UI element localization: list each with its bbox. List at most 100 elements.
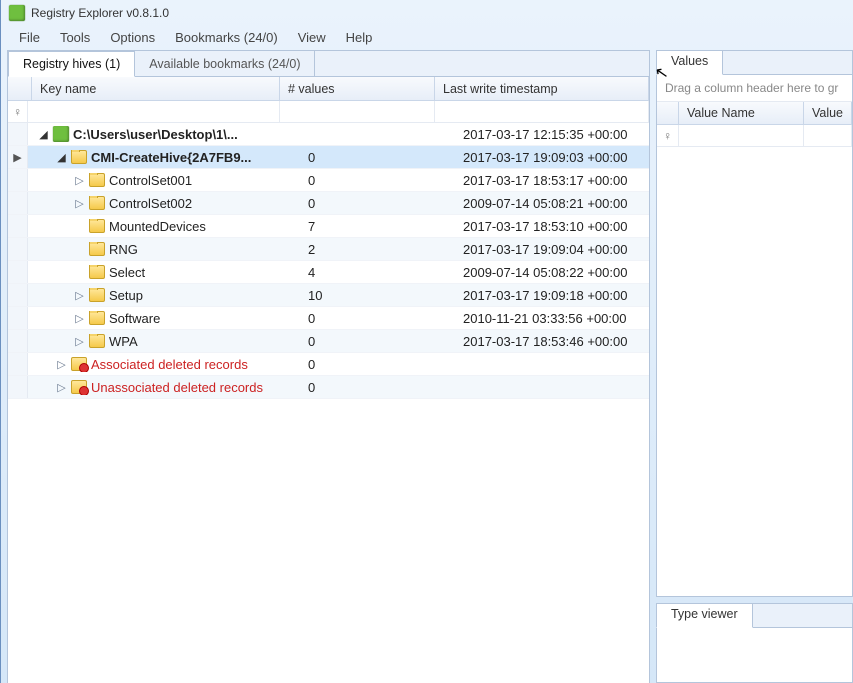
tree-body[interactable]: ◢ C:\Users\user\Desktop\1\... 2017-03-17 1… xyxy=(8,123,649,683)
cell-key-name[interactable]: RNG xyxy=(28,242,300,257)
tab-type-viewer[interactable]: Type viewer xyxy=(656,603,753,628)
tree-toggle-icon[interactable]: ▷ xyxy=(74,174,85,187)
row-gutter xyxy=(8,169,28,191)
tree-row[interactable]: ▷ControlSet00202009-07-14 05:08:21 +00:0… xyxy=(8,192,649,215)
folder-deleted-icon xyxy=(71,380,87,394)
filter-key[interactable] xyxy=(28,101,280,122)
filter-values[interactable] xyxy=(280,101,435,122)
values-panel: Values Drag a column header here to gr V… xyxy=(656,50,853,597)
col-key-name[interactable]: Key name xyxy=(32,77,280,100)
cell-key-name[interactable]: ▷ControlSet001 xyxy=(28,173,300,188)
cell-key-name[interactable]: Select xyxy=(28,265,300,280)
menu-bookmarks[interactable]: Bookmarks (24/0) xyxy=(165,28,288,47)
filter-icon[interactable]: ♀ xyxy=(8,101,28,122)
cell-key-name[interactable]: ◢ C:\Users\user\Desktop\1\... xyxy=(28,126,300,142)
left-tabs: Registry hives (1) Available bookmarks (… xyxy=(8,51,649,77)
tree-row[interactable]: MountedDevices72017-03-17 18:53:10 +00:0… xyxy=(8,215,649,238)
tree-toggle-icon[interactable]: ▷ xyxy=(74,312,85,325)
cell-key-name[interactable]: ▷ Setup xyxy=(28,288,300,303)
cell-timestamp: 2017-03-17 19:09:04 +00:00 xyxy=(455,242,649,257)
tree-row[interactable]: RNG 22017-03-17 19:09:04 +00:00 xyxy=(8,238,649,261)
cell-timestamp: 2017-03-17 18:53:17 +00:00 xyxy=(455,173,649,188)
values-tabs: Values xyxy=(657,51,852,75)
cell-timestamp: 2009-07-14 05:08:21 +00:00 xyxy=(455,196,649,211)
tree-row[interactable]: ▷Software02010-11-21 03:33:56 +00:00 xyxy=(8,307,649,330)
values-filter-icon[interactable]: ♀ xyxy=(657,125,679,146)
folder-deleted-icon xyxy=(71,357,87,371)
tree-toggle-icon[interactable]: ▷ xyxy=(56,381,67,394)
tree-row[interactable]: Select42009-07-14 05:08:22 +00:00 xyxy=(8,261,649,284)
values-filter-name[interactable] xyxy=(679,125,804,146)
folder-icon xyxy=(89,196,105,210)
cell-timestamp: 2017-03-17 12:15:35 +00:00 xyxy=(455,127,649,142)
tree-row[interactable]: ◢ C:\Users\user\Desktop\1\... 2017-03-17 1… xyxy=(8,123,649,146)
values-filter-row: ♀ xyxy=(657,125,852,147)
cell-key-name[interactable]: ▷Associated deleted records xyxy=(28,357,300,372)
row-gutter xyxy=(8,261,28,283)
group-by-hint[interactable]: Drag a column header here to gr xyxy=(657,75,852,101)
row-gutter xyxy=(8,238,28,260)
cell-values: 2 xyxy=(300,242,455,257)
tab-values[interactable]: Values xyxy=(656,50,723,75)
cell-values: 0 xyxy=(300,357,455,372)
tree-row[interactable]: ▶◢CMI-CreateHive{2A7FB9...02017-03-17 19… xyxy=(8,146,649,169)
tree-filter-row: ♀ xyxy=(8,101,649,123)
tree-toggle-icon[interactable]: ◢ xyxy=(38,128,49,141)
cell-key-name[interactable]: ▷ControlSet002 xyxy=(28,196,300,211)
cell-timestamp: 2017-03-17 18:53:10 +00:00 xyxy=(455,219,649,234)
values-col-value[interactable]: Value xyxy=(804,102,852,124)
menu-help[interactable]: Help xyxy=(336,28,383,47)
values-col-name[interactable]: Value Name xyxy=(679,102,804,124)
folder-icon xyxy=(89,242,105,256)
tree-toggle-icon[interactable]: ◢ xyxy=(56,151,67,164)
cell-key-name[interactable]: ◢CMI-CreateHive{2A7FB9... xyxy=(28,150,300,165)
menu-options[interactable]: Options xyxy=(100,28,165,47)
tree-row[interactable]: ▷Unassociated deleted records0 xyxy=(8,376,649,399)
tree-row[interactable]: ▷Associated deleted records0 xyxy=(8,353,649,376)
cell-values: 0 xyxy=(300,311,455,326)
menu-file[interactable]: File xyxy=(9,28,50,47)
right-panel: Values Drag a column header here to gr V… xyxy=(656,50,853,683)
cell-values: 0 xyxy=(300,196,455,211)
tree-row[interactable]: ▷Setup102017-03-17 19:09:18 +00:00 xyxy=(8,284,649,307)
key-label: C:\Users\user\Desktop\1\... xyxy=(73,127,238,142)
menu-view[interactable]: View xyxy=(288,28,336,47)
key-label: Setup xyxy=(109,288,143,303)
values-col-spacer xyxy=(657,102,679,124)
type-viewer-tabs: Type viewer xyxy=(657,604,852,628)
tree-row[interactable]: ▷WPA02017-03-17 18:53:46 +00:00 xyxy=(8,330,649,353)
cell-timestamp: 2017-03-17 18:53:46 +00:00 xyxy=(455,334,649,349)
values-grid-body[interactable] xyxy=(657,147,852,596)
row-gutter xyxy=(8,284,28,306)
tree-toggle-icon[interactable]: ▷ xyxy=(74,197,85,210)
cell-timestamp: 2017-03-17 19:09:03 +00:00 xyxy=(455,150,649,165)
cell-key-name[interactable]: ▷WPA xyxy=(28,334,300,349)
tree-toggle-icon[interactable]: ▷ xyxy=(74,289,85,302)
folder-icon xyxy=(89,334,105,348)
folder-open-icon xyxy=(71,150,87,164)
col-values[interactable]: # values xyxy=(280,77,435,100)
tab-registry-hives[interactable]: Registry hives (1) xyxy=(8,51,135,77)
key-label: RNG xyxy=(109,242,138,257)
cell-timestamp: 2017-03-17 19:09:18 +00:00 xyxy=(455,288,649,303)
cell-timestamp: 2010-11-21 03:33:56 +00:00 xyxy=(455,311,649,326)
cell-key-name[interactable]: ▷Software xyxy=(28,311,300,326)
tab-available-bookmarks[interactable]: Available bookmarks (24/0) xyxy=(135,51,315,76)
folder-icon xyxy=(89,288,105,302)
col-timestamp[interactable]: Last write timestamp xyxy=(435,77,649,100)
cell-values: 0 xyxy=(300,380,455,395)
tree-row[interactable]: ▷ControlSet00102017-03-17 18:53:17 +00:0… xyxy=(8,169,649,192)
tree-toggle-icon[interactable]: ▷ xyxy=(74,335,85,348)
filter-timestamp[interactable] xyxy=(435,101,649,122)
cell-key-name[interactable]: ▷Unassociated deleted records xyxy=(28,380,300,395)
cell-values: 0 xyxy=(300,173,455,188)
hive-icon xyxy=(53,126,69,142)
folder-icon xyxy=(89,311,105,325)
row-gutter xyxy=(8,353,28,375)
key-label: Select xyxy=(109,265,145,280)
cell-key-name[interactable]: MountedDevices xyxy=(28,219,300,234)
menu-tools[interactable]: Tools xyxy=(50,28,100,47)
row-gutter xyxy=(8,123,28,145)
values-filter-value[interactable] xyxy=(804,125,852,146)
tree-toggle-icon[interactable]: ▷ xyxy=(56,358,67,371)
